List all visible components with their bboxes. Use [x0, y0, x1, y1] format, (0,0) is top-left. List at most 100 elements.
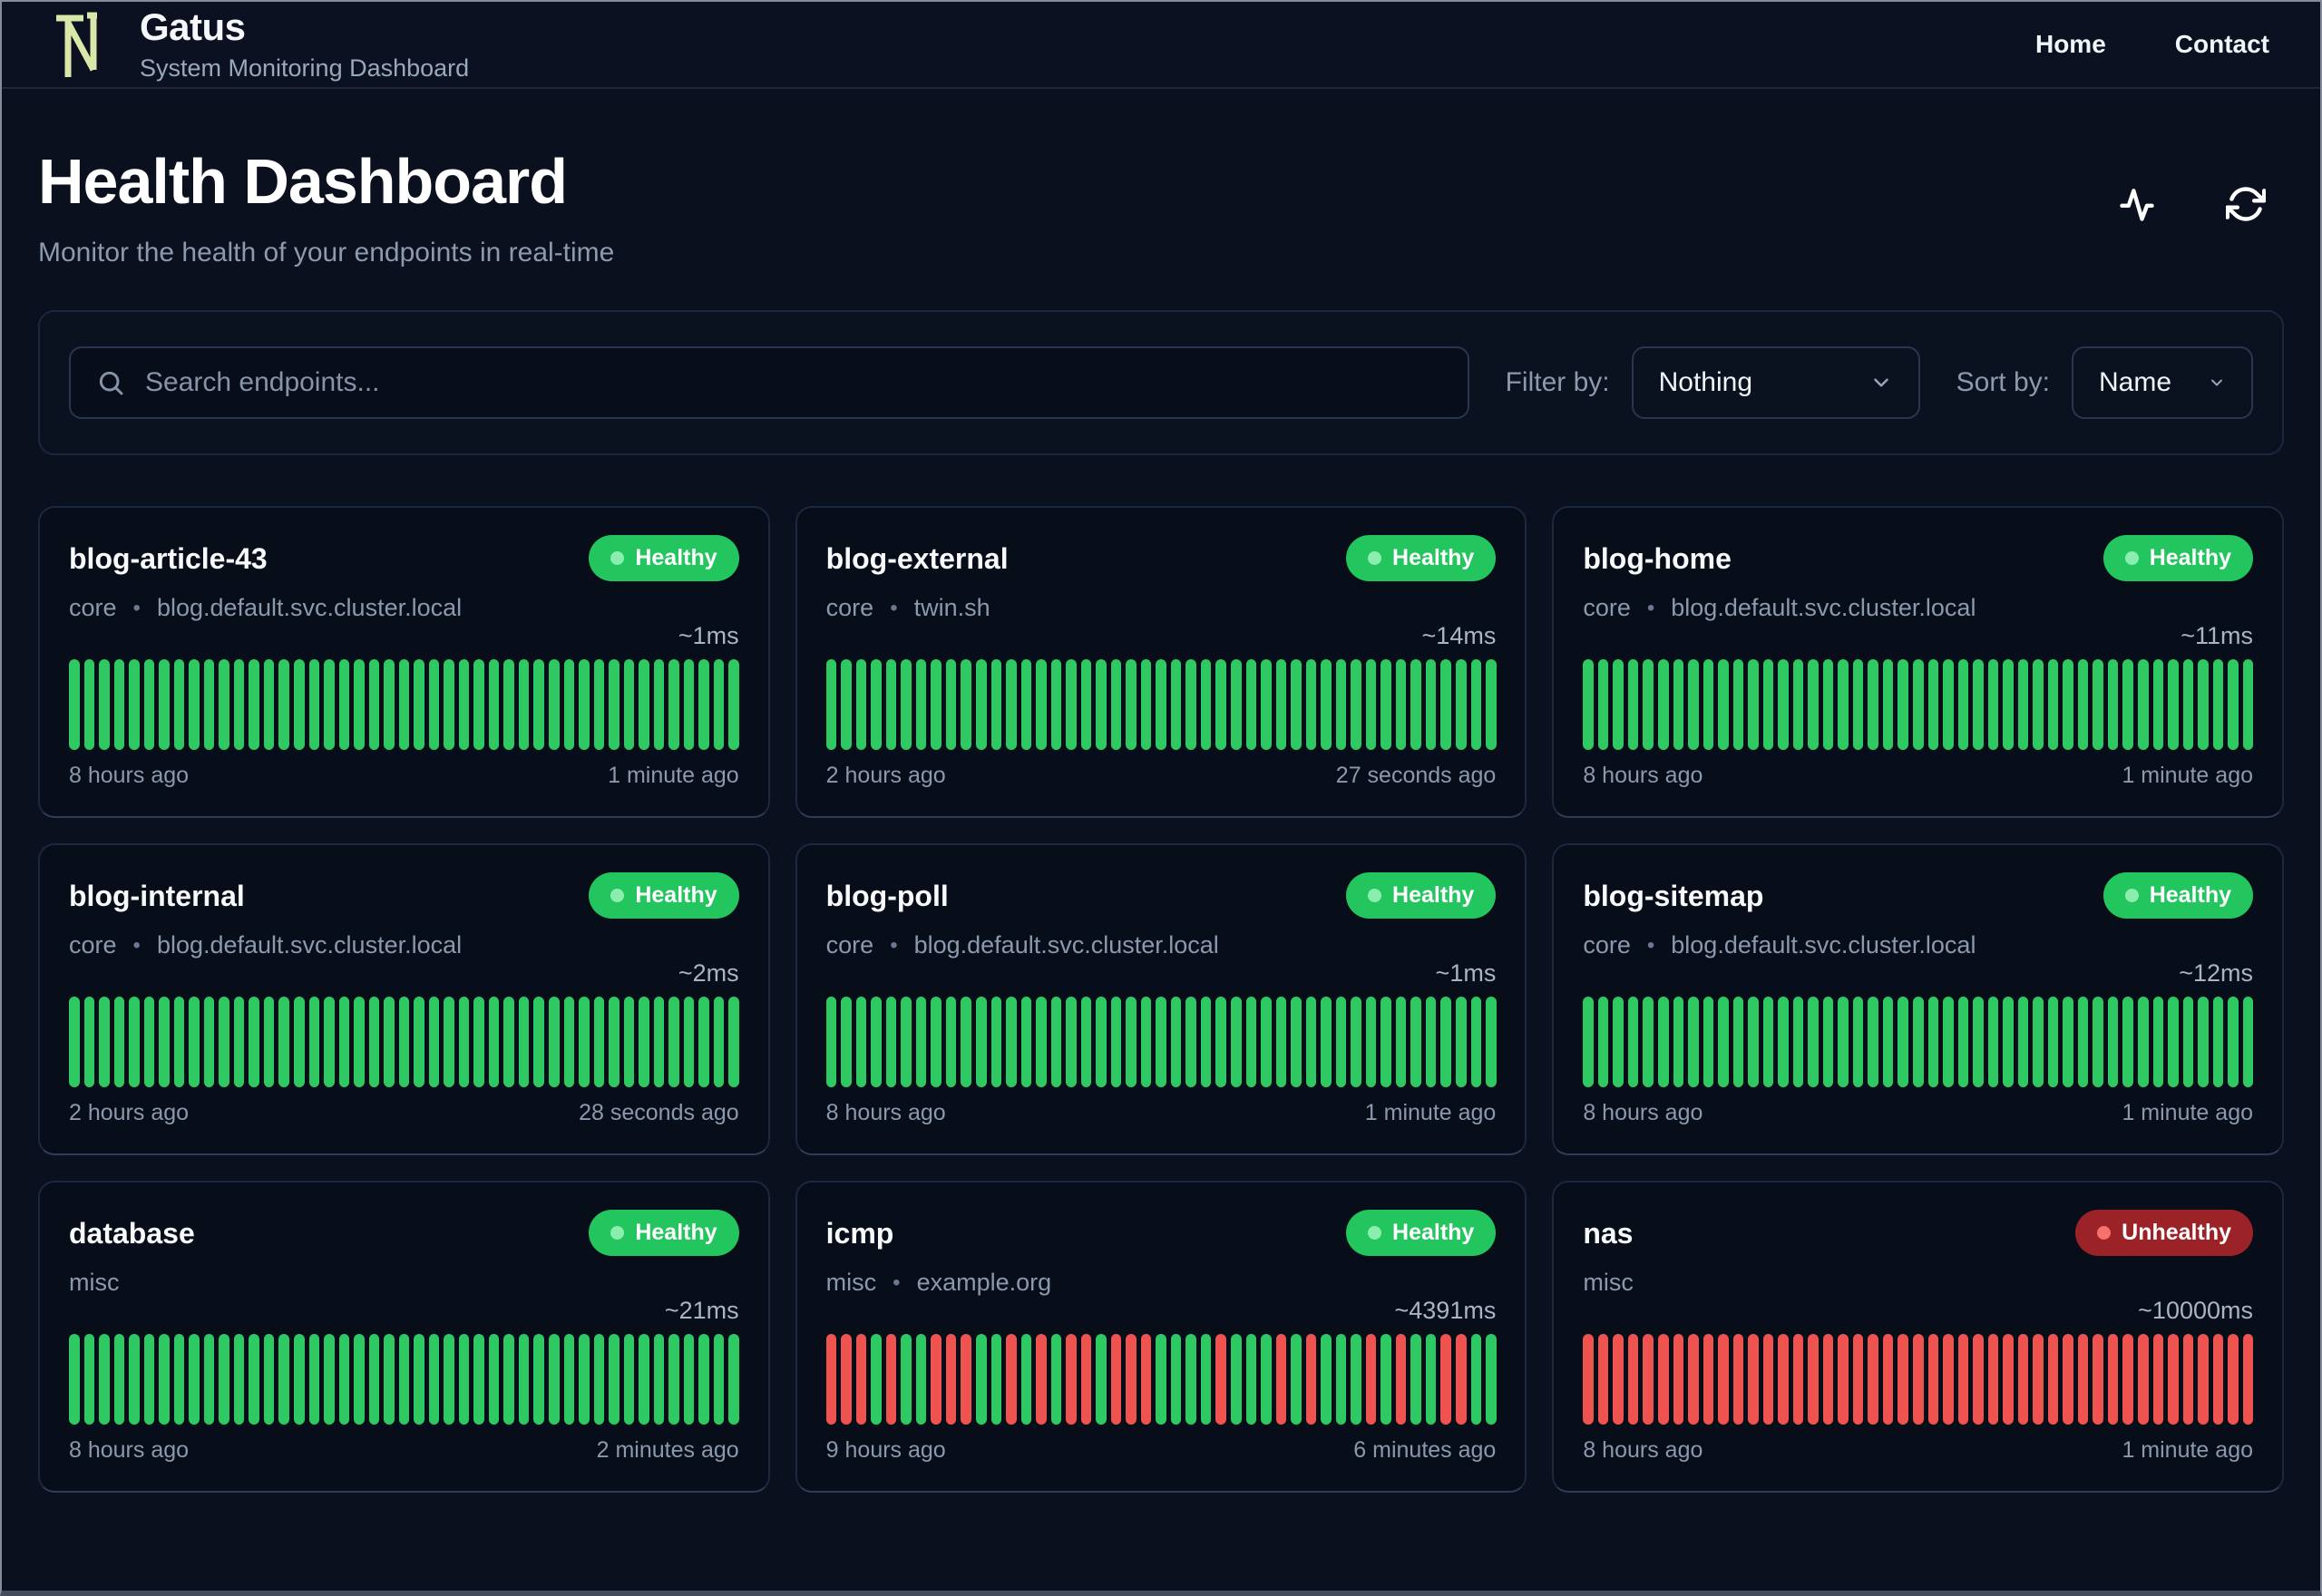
status-bar[interactable] — [990, 659, 1002, 750]
status-bar[interactable] — [1913, 659, 1924, 750]
status-bar[interactable] — [961, 659, 971, 750]
status-bar[interactable] — [2107, 659, 2119, 750]
status-bar[interactable] — [1261, 659, 1272, 750]
status-bar[interactable] — [1275, 659, 1287, 750]
status-bar[interactable] — [1275, 1334, 1287, 1425]
status-bar[interactable] — [1440, 1334, 1451, 1425]
status-bar[interactable] — [2017, 997, 2029, 1087]
status-bar[interactable] — [1321, 997, 1332, 1087]
status-bar[interactable] — [593, 1334, 605, 1425]
status-bar[interactable] — [1643, 1334, 1654, 1425]
status-bar[interactable] — [593, 997, 605, 1087]
status-bar[interactable] — [841, 659, 852, 750]
status-bar[interactable] — [189, 659, 200, 750]
endpoint-card[interactable]: nas Unhealthy misc ~10000ms 8 hours ago … — [1552, 1181, 2284, 1493]
status-bar[interactable] — [2063, 1334, 2073, 1425]
status-bar[interactable] — [1927, 1334, 1939, 1425]
status-bar[interactable] — [931, 659, 941, 750]
status-bar[interactable] — [503, 997, 514, 1087]
status-bar[interactable] — [728, 1334, 739, 1425]
status-bar[interactable] — [1583, 1334, 1594, 1425]
status-bar[interactable] — [1156, 997, 1166, 1087]
status-bar[interactable] — [549, 659, 560, 750]
status-bar[interactable] — [1957, 997, 1969, 1087]
status-bar[interactable] — [2033, 997, 2044, 1087]
status-bar[interactable] — [2047, 1334, 2059, 1425]
status-bar[interactable] — [1080, 1334, 1092, 1425]
status-bar[interactable] — [1822, 659, 1834, 750]
status-bar[interactable] — [901, 997, 912, 1087]
status-bar[interactable] — [1882, 1334, 1894, 1425]
status-bar[interactable] — [653, 997, 665, 1087]
status-bar[interactable] — [1627, 1334, 1639, 1425]
status-bar[interactable] — [2152, 997, 2164, 1087]
status-bar[interactable] — [990, 1334, 1002, 1425]
status-bar[interactable] — [2212, 997, 2224, 1087]
status-bar[interactable] — [668, 997, 679, 1087]
status-bar[interactable] — [143, 997, 155, 1087]
status-bar[interactable] — [2228, 1334, 2239, 1425]
status-bar[interactable] — [219, 659, 229, 750]
status-bar[interactable] — [549, 1334, 560, 1425]
status-bar[interactable] — [609, 1334, 620, 1425]
status-bar[interactable] — [1066, 1334, 1077, 1425]
status-bar[interactable] — [2168, 659, 2179, 750]
status-bar[interactable] — [83, 997, 95, 1087]
nav-link-contact[interactable]: Contact — [2175, 30, 2269, 59]
status-bar[interactable] — [579, 1334, 590, 1425]
status-bar[interactable] — [623, 659, 635, 750]
status-bar[interactable] — [2212, 1334, 2224, 1425]
status-bar[interactable] — [2063, 997, 2073, 1087]
status-bar[interactable] — [931, 997, 941, 1087]
status-bar[interactable] — [2033, 1334, 2044, 1425]
status-bar[interactable] — [2063, 659, 2073, 750]
status-bar[interactable] — [2242, 1334, 2254, 1425]
status-bar[interactable] — [961, 997, 971, 1087]
status-bar[interactable] — [173, 659, 185, 750]
status-bar[interactable] — [1808, 659, 1819, 750]
status-bar[interactable] — [2198, 997, 2209, 1087]
status-bar[interactable] — [1613, 1334, 1624, 1425]
status-bar[interactable] — [668, 1334, 679, 1425]
status-bar[interactable] — [563, 997, 575, 1087]
status-bar[interactable] — [1718, 997, 1729, 1087]
status-bar[interactable] — [2017, 659, 2029, 750]
status-bar[interactable] — [1170, 1334, 1182, 1425]
status-bar[interactable] — [2107, 997, 2119, 1087]
status-bar[interactable] — [1838, 997, 1849, 1087]
status-bar[interactable] — [1732, 997, 1744, 1087]
status-bar[interactable] — [1140, 997, 1152, 1087]
status-bar[interactable] — [203, 997, 215, 1087]
status-bar[interactable] — [1852, 659, 1864, 750]
status-bar[interactable] — [915, 1334, 927, 1425]
status-bar[interactable] — [189, 997, 200, 1087]
status-bar[interactable] — [1215, 1334, 1226, 1425]
status-bar[interactable] — [653, 1334, 665, 1425]
status-bar[interactable] — [99, 997, 110, 1087]
status-bar[interactable] — [129, 997, 140, 1087]
status-bar[interactable] — [338, 1334, 350, 1425]
status-bar[interactable] — [398, 1334, 410, 1425]
status-bar[interactable] — [2152, 659, 2164, 750]
status-bar[interactable] — [1927, 997, 1939, 1087]
status-bar[interactable] — [533, 1334, 544, 1425]
status-bar[interactable] — [384, 659, 395, 750]
status-bar[interactable] — [975, 659, 987, 750]
status-bar[interactable] — [233, 1334, 245, 1425]
status-bar[interactable] — [263, 997, 275, 1087]
status-bar[interactable] — [308, 659, 320, 750]
status-bar[interactable] — [1792, 659, 1804, 750]
status-bar[interactable] — [1200, 997, 1212, 1087]
status-bar[interactable] — [1425, 659, 1437, 750]
status-bar[interactable] — [414, 659, 424, 750]
status-bar[interactable] — [1410, 659, 1421, 750]
status-bar[interactable] — [1365, 1334, 1377, 1425]
status-bar[interactable] — [1748, 1334, 1759, 1425]
status-bar[interactable] — [1110, 1334, 1122, 1425]
status-bar[interactable] — [2047, 997, 2059, 1087]
status-bar[interactable] — [1425, 1334, 1437, 1425]
status-bar[interactable] — [1261, 1334, 1272, 1425]
status-bar[interactable] — [639, 1334, 649, 1425]
status-bar[interactable] — [173, 997, 185, 1087]
status-bar[interactable] — [885, 659, 897, 750]
